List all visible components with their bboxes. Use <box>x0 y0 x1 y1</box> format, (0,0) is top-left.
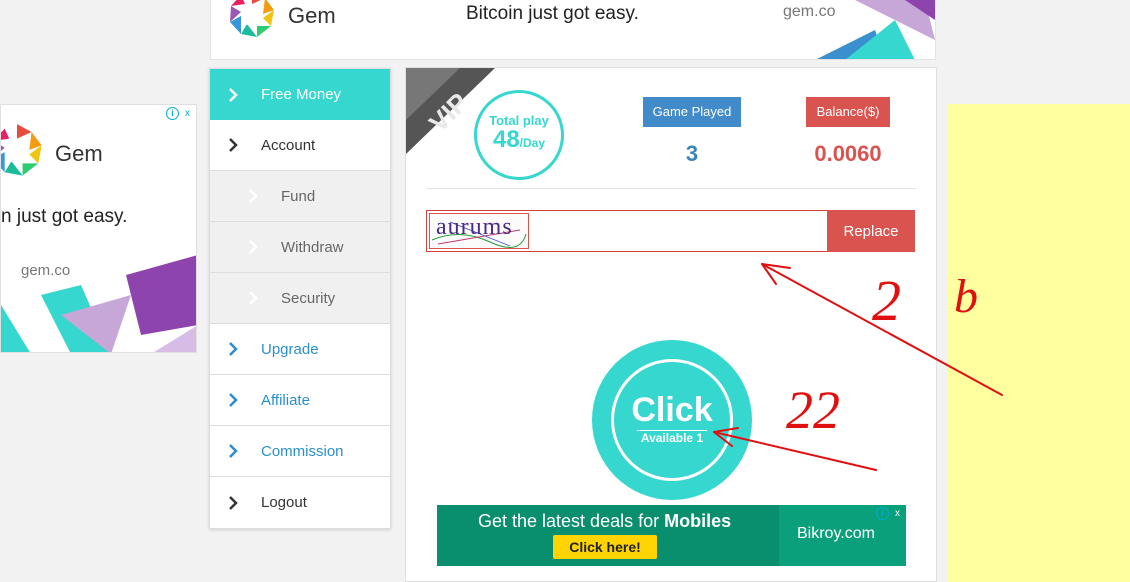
left-ad-brand: Gem <box>55 141 103 166</box>
gem-logo-icon <box>228 0 276 39</box>
chevron-right-icon <box>228 444 242 458</box>
bottom-ad-banner[interactable]: Get the latest deals for Mobiles Click h… <box>437 505 906 566</box>
sidebar-menu: Free Money Account Fund Withdraw Securit… <box>209 68 391 529</box>
main-panel: VIP Total play 48/Day Game Played 3 Bala… <box>405 67 937 582</box>
sidebar-item-commission[interactable]: Commission <box>210 426 390 477</box>
captcha-image: aurums <box>429 213 529 249</box>
sidebar-item-label: Logout <box>261 494 307 511</box>
left-ad-banner[interactable]: i x Gem n just got easy. gem.co <box>0 104 197 353</box>
chevron-right-icon <box>248 240 262 254</box>
captcha-row: aurums Replace <box>426 210 916 252</box>
captcha-text: aurums <box>436 214 513 240</box>
sidebar-item-label: Security <box>281 289 336 307</box>
divider <box>426 188 916 189</box>
ad-close-icon[interactable]: x <box>891 507 904 520</box>
ad-close-icon[interactable]: x <box>181 107 194 120</box>
ad-info-icon[interactable]: i <box>166 107 179 120</box>
captcha-field: aurums <box>426 210 828 252</box>
sidebar-item-label: Upgrade <box>261 340 319 358</box>
total-play-unit: /Day <box>519 136 546 150</box>
chevron-right-icon <box>228 495 242 510</box>
sidebar-item-security[interactable]: Security <box>210 273 390 324</box>
available-count: Available 1 <box>637 430 707 445</box>
ad-choices[interactable]: i x <box>166 107 194 120</box>
click-button-ring[interactable]: Click Available 1 <box>611 359 733 481</box>
total-play-value: 48 <box>492 126 520 153</box>
replace-captcha-button[interactable]: Replace <box>827 210 915 252</box>
chevron-right-icon <box>228 393 242 407</box>
chevron-right-icon <box>248 291 262 305</box>
bottom-ad-cta-button[interactable]: Click here! <box>553 535 657 559</box>
game-played-badge: Game Played <box>643 97 741 127</box>
sidebar-item-label: Free Money <box>261 86 342 103</box>
chevron-right-icon <box>228 138 242 152</box>
sidebar-item-free-money[interactable]: Free Money <box>210 69 390 120</box>
sidebar-item-label: Account <box>261 136 316 154</box>
ad-choices[interactable]: i x <box>876 507 904 520</box>
sidebar-item-logout[interactable]: Logout <box>210 477 390 528</box>
sidebar-item-label: Fund <box>281 187 316 205</box>
left-ad-tagline: n just got easy. <box>1 206 128 227</box>
captcha-input[interactable] <box>531 213 825 251</box>
top-ad-tagline: Bitcoin just got easy. <box>466 3 639 24</box>
sidebar-item-fund[interactable]: Fund <box>210 171 390 222</box>
sidebar-item-affiliate[interactable]: Affiliate <box>210 375 390 426</box>
chevron-right-icon <box>228 342 242 356</box>
top-ad-decoration <box>817 0 935 59</box>
bottom-ad-logo-area: i x Bikroy.com <box>779 505 906 566</box>
balance-badge: Balance($) <box>806 97 890 127</box>
ad-info-icon[interactable]: i <box>876 507 889 520</box>
click-button[interactable]: Click Available 1 <box>592 340 752 500</box>
gem-logo-icon <box>1 124 44 178</box>
bikroy-logo: Bikroy.com <box>797 525 875 542</box>
chevron-right-icon <box>228 87 242 102</box>
sidebar-item-label: Withdraw <box>281 238 344 256</box>
total-play-badge: Total play 48/Day <box>474 90 564 180</box>
sidebar-item-label: Commission <box>261 442 344 460</box>
bottom-ad-headline-strong: Mobiles <box>664 511 732 531</box>
click-label: Click <box>631 391 713 429</box>
game-played-value: 3 <box>685 141 699 166</box>
sidebar-item-withdraw[interactable]: Withdraw <box>210 222 390 273</box>
balance-value: 0.0060 <box>814 141 882 166</box>
top-ad-banner[interactable]: Gem Bitcoin just got easy. gem.co <box>210 0 936 60</box>
sidebar-item-label: Affiliate <box>261 391 310 409</box>
bottom-ad-headline-text: Get the latest deals for <box>478 511 665 531</box>
chevron-right-icon <box>248 189 262 203</box>
bottom-ad-headline: Get the latest deals for Mobiles <box>478 511 731 532</box>
sidebar-item-upgrade[interactable]: Upgrade <box>210 324 390 375</box>
left-ad-decoration <box>1 255 196 352</box>
right-ad-placeholder <box>948 104 1130 582</box>
top-ad-brand: Gem <box>288 3 336 28</box>
sidebar-item-account[interactable]: Account <box>210 120 390 171</box>
